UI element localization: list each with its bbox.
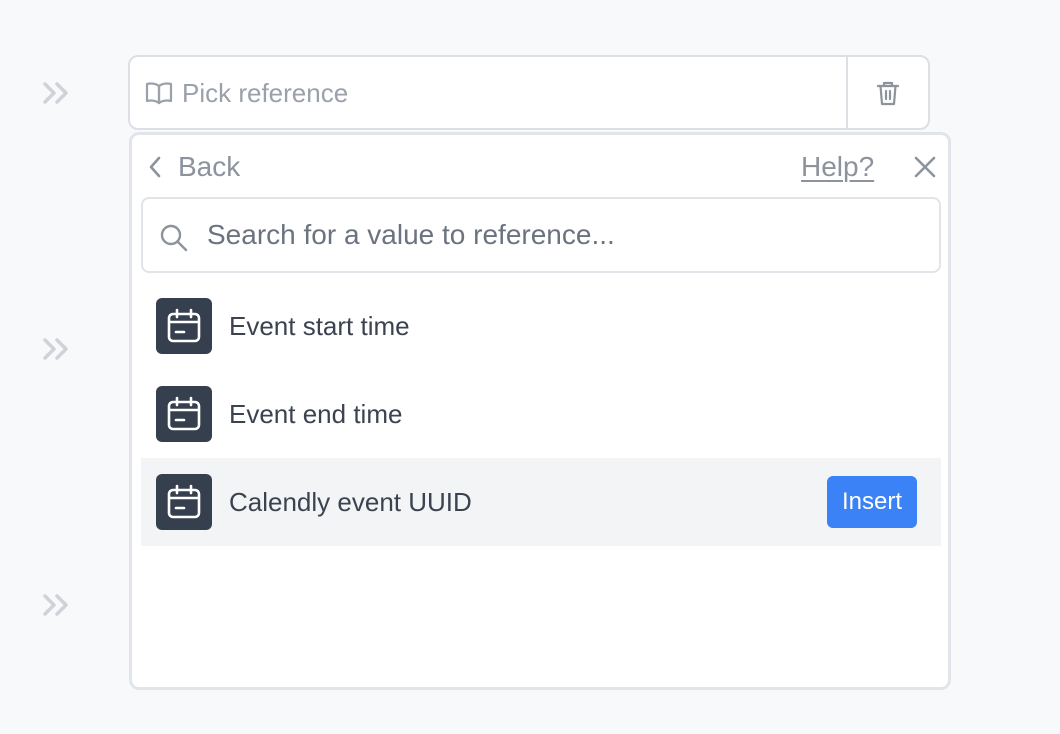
reference-picker[interactable]: Pick reference [128,55,930,130]
chevron-left-icon [149,156,161,178]
close-button[interactable] [912,154,938,180]
calendar-icon [156,298,212,354]
reference-dropdown: Back Help? Search for a value to referen… [129,132,951,690]
chevrons-right-icon [43,594,68,616]
list-item-label: Event end time [229,399,403,429]
back-label: Back [178,151,241,182]
picker-placeholder: Pick reference [182,78,349,108]
calendar-icon [156,474,212,530]
back-button[interactable]: Back [148,149,240,185]
calendar-icon [156,386,212,442]
list-item-label: Event start time [229,311,410,341]
chevrons-right-icon [43,82,68,104]
close-icon [914,156,936,178]
insert-button[interactable]: Insert [827,476,917,528]
list-item-event-end-time[interactable]: Event end time [141,370,941,458]
help-link[interactable]: Help? [801,149,874,185]
book-open-icon [145,81,173,105]
row-handle-3[interactable] [42,593,72,617]
trash-icon [876,81,900,105]
list-item-calendly-event-uuid[interactable]: Calendly event UUID Insert [141,458,941,546]
search-icon [159,223,189,253]
list-item-event-start-time[interactable]: Event start time [141,282,941,370]
row-handle-2[interactable] [42,337,72,361]
search-box [141,197,941,273]
chevrons-right-icon [43,338,68,360]
list-item-label: Calendly event UUID [229,487,472,517]
row-handle-1[interactable] [42,81,72,105]
reference-list: Event start time Event end time Calendly… [141,282,941,546]
search-input[interactable] [207,215,927,255]
delete-button[interactable] [848,57,928,128]
